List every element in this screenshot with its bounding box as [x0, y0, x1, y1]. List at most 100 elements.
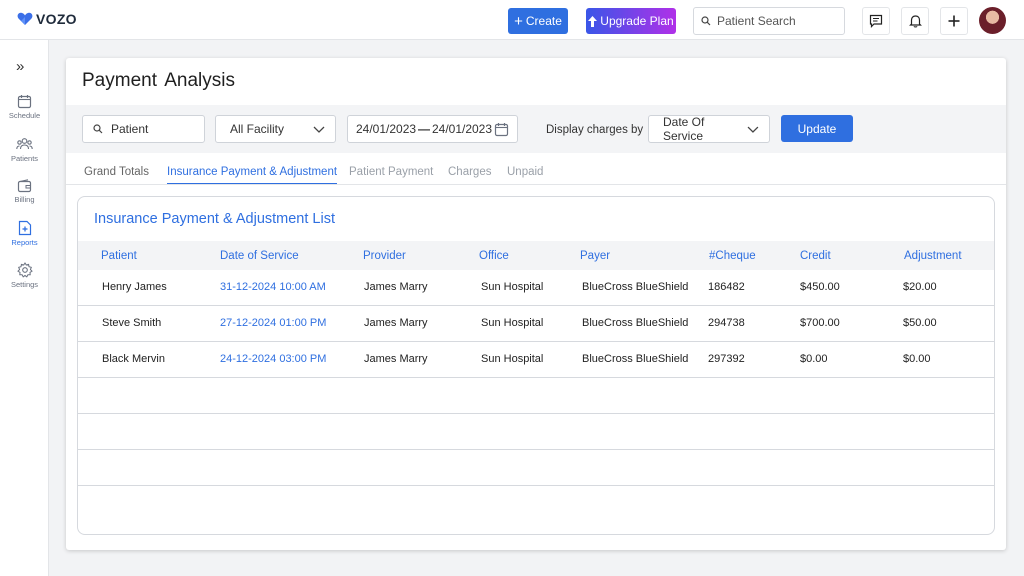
filter-bar: Patient All Facility 24/01/2023 — 24/01/…	[66, 105, 1006, 153]
column-header[interactable]: Patient	[101, 250, 137, 262]
facility-select[interactable]: All Facility	[215, 115, 336, 143]
empty-table-row	[78, 378, 994, 414]
empty-table-row	[78, 450, 994, 486]
chevron-down-icon	[313, 126, 325, 133]
plus-icon: +	[514, 12, 523, 30]
cell-credit: $0.00	[800, 353, 828, 365]
update-button[interactable]: Update	[781, 115, 853, 142]
chevron-down-icon	[747, 126, 759, 133]
sidebar-item-label: Reports	[11, 238, 38, 247]
cell-payer: BlueCross BlueShield	[582, 281, 689, 293]
patient-search-placeholder: Patient Search	[717, 14, 796, 28]
cell-adjustment: $20.00	[903, 281, 937, 293]
expand-sidebar-icon[interactable]: »	[16, 58, 24, 75]
cell-adjustment: $50.00	[903, 317, 937, 329]
table-row[interactable]: Steve Smith 27-12-2024 01:00 PM James Ma…	[78, 306, 994, 342]
cell-provider: James Marry	[364, 281, 428, 293]
cell-patient: Black Mervin	[102, 353, 165, 365]
add-button[interactable]	[940, 7, 968, 35]
chat-icon	[869, 14, 883, 28]
calendar-icon	[17, 95, 32, 109]
cell-office: Sun Hospital	[481, 353, 544, 365]
payment-analysis-card: Payment Analysis Patient All Facility 24…	[66, 58, 1006, 550]
cell-date-of-service[interactable]: 31-12-2024 10:00 AM	[220, 281, 326, 293]
tab-insurance-payment-adjustment[interactable]: Insurance Payment & Adjustment	[167, 166, 338, 184]
patient-filter-placeholder: Patient	[111, 122, 149, 136]
cell-date-of-service[interactable]: 24-12-2024 03:00 PM	[220, 353, 326, 365]
cell-credit: $700.00	[800, 317, 840, 329]
display-charges-label: Display charges by	[546, 124, 644, 136]
cell-date-of-service[interactable]: 27-12-2024 01:00 PM	[220, 317, 326, 329]
sidebar-item-schedule[interactable]: Schedule	[0, 94, 49, 120]
calendar-icon	[494, 122, 509, 136]
create-label: Create	[525, 14, 562, 28]
heart-logo-icon	[17, 12, 33, 25]
display-charges-select[interactable]: Date Of Service	[648, 115, 770, 143]
cell-provider: James Marry	[364, 353, 428, 365]
notifications-button[interactable]	[901, 7, 929, 35]
cell-payer: BlueCross BlueShield	[582, 353, 689, 365]
cell-cheque: 297392	[708, 353, 745, 365]
column-header[interactable]: Provider	[363, 250, 406, 262]
sidebar-item-label: Patients	[10, 154, 39, 163]
column-header[interactable]: Adjustment	[904, 250, 962, 262]
patient-search-input[interactable]: Patient Search	[693, 7, 845, 35]
sidebar-item-reports[interactable]: Reports	[0, 220, 49, 247]
sidebar-item-settings[interactable]: Settings	[0, 262, 49, 289]
date-separator: —	[418, 122, 431, 136]
insurance-payment-list: Insurance Payment & Adjustment List Pati…	[77, 196, 995, 535]
gear-icon	[16, 262, 33, 278]
date-from: 24/01/2023	[356, 122, 417, 136]
cell-office: Sun Hospital	[481, 281, 544, 293]
sidebar-item-label: Billing	[14, 195, 35, 204]
column-header[interactable]: #Cheque	[709, 250, 756, 262]
messages-button[interactable]	[862, 7, 890, 35]
list-title: Insurance Payment & Adjustment List	[94, 211, 335, 227]
sidebar-item-label: Schedule	[8, 111, 41, 120]
sidebar-item-patients[interactable]: Patients	[0, 137, 49, 163]
arrow-up-icon	[588, 15, 598, 27]
empty-table-row	[78, 414, 994, 450]
column-header[interactable]: Office	[479, 250, 509, 262]
column-header[interactable]: Credit	[800, 250, 831, 262]
cell-adjustment: $0.00	[903, 353, 931, 365]
table-header: Patient Date of Service Provider Office …	[78, 241, 994, 270]
search-icon	[701, 16, 711, 26]
column-header[interactable]: Payer	[580, 250, 610, 262]
tab-charges[interactable]: Charges	[448, 166, 491, 178]
tab-grand-totals[interactable]: Grand Totals	[84, 166, 149, 178]
patient-filter-input[interactable]: Patient	[82, 115, 205, 143]
page-title: Payment Analysis	[82, 70, 235, 91]
cell-payer: BlueCross BlueShield	[582, 317, 689, 329]
bell-icon	[908, 15, 922, 28]
report-tabs: Grand Totals Insurance Payment & Adjustm…	[66, 153, 1006, 185]
sidebar-item-label: Settings	[10, 280, 39, 289]
cell-credit: $450.00	[800, 281, 840, 293]
tab-patient-payment[interactable]: Patient Payment	[349, 166, 433, 178]
vozo-logo[interactable]: VOZO	[17, 11, 77, 27]
sidebar: » Schedule Patients Billing Reports Sett…	[0, 40, 49, 576]
report-icon	[18, 220, 31, 236]
table-row[interactable]: Henry James 31-12-2024 10:00 AM James Ma…	[78, 270, 994, 306]
tab-unpaid[interactable]: Unpaid	[507, 166, 543, 178]
date-range-picker[interactable]: 24/01/2023 — 24/01/2023	[347, 115, 518, 143]
top-bar: VOZO + Create Upgrade Plan Patient Searc…	[0, 0, 1024, 40]
cell-provider: James Marry	[364, 317, 428, 329]
display-charges-value: Date Of Service	[663, 115, 705, 143]
cell-cheque: 294738	[708, 317, 745, 329]
wallet-icon	[17, 179, 32, 193]
plus-icon	[948, 15, 960, 27]
cell-patient: Steve Smith	[102, 317, 162, 329]
create-button[interactable]: + Create	[508, 8, 568, 34]
upgrade-label: Upgrade Plan	[600, 14, 674, 28]
cell-patient: Henry James	[102, 281, 167, 293]
table-row[interactable]: Black Mervin 24-12-2024 03:00 PM James M…	[78, 342, 994, 378]
cell-office: Sun Hospital	[481, 317, 544, 329]
user-avatar[interactable]	[979, 7, 1006, 34]
upgrade-plan-button[interactable]: Upgrade Plan	[586, 8, 676, 34]
search-icon	[93, 124, 103, 134]
sidebar-item-billing[interactable]: Billing	[0, 179, 49, 204]
cell-cheque: 186482	[708, 281, 745, 293]
column-header[interactable]: Date of Service	[220, 250, 299, 262]
date-to: 24/01/2023	[431, 122, 493, 136]
